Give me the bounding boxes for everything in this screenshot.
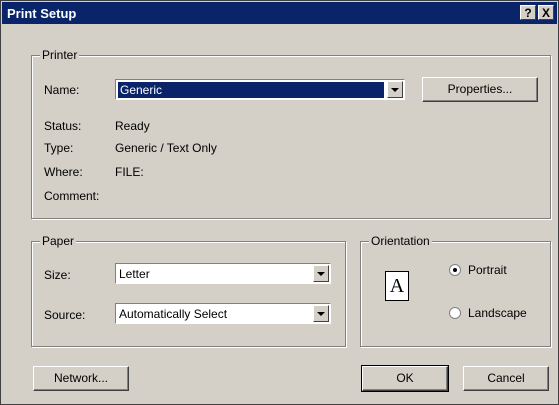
paper-source-select[interactable]: Automatically Select (115, 303, 331, 324)
where-label: Where: (44, 165, 83, 179)
properties-button[interactable]: Properties... (422, 77, 538, 102)
title-bar: Print Setup ? X (2, 2, 557, 24)
landscape-radio[interactable] (449, 307, 461, 319)
type-label: Type: (44, 141, 74, 155)
status-value: Ready (115, 119, 150, 133)
landscape-label[interactable]: Landscape (468, 306, 527, 320)
status-label: Status: (44, 119, 82, 133)
chevron-down-icon[interactable] (313, 265, 329, 282)
help-button[interactable]: ? (520, 5, 536, 20)
close-button[interactable]: X (538, 5, 554, 20)
paper-source-value: Automatically Select (119, 307, 228, 321)
paper-group: Paper (31, 234, 346, 347)
portrait-label[interactable]: Portrait (468, 263, 507, 277)
paper-legend: Paper (40, 234, 77, 248)
orientation-legend: Orientation (369, 234, 432, 248)
chevron-down-icon[interactable] (387, 81, 403, 98)
name-label: Name: (44, 83, 80, 97)
network-button[interactable]: Network... (33, 366, 129, 391)
comment-label: Comment: (44, 189, 100, 203)
chevron-down-icon[interactable] (313, 305, 329, 322)
paper-size-select[interactable]: Letter (115, 263, 331, 284)
type-value: Generic / Text Only (115, 141, 217, 155)
ok-button[interactable]: OK (361, 365, 449, 392)
printer-legend: Printer (40, 48, 80, 62)
portrait-radio[interactable] (449, 264, 461, 276)
page-portrait-icon: A (385, 271, 409, 301)
source-label: Source: (44, 308, 86, 322)
print-setup-dialog: Print Setup ? X Printer Name: Generic Pr… (0, 0, 559, 405)
printer-name-value: Generic (118, 82, 384, 98)
cancel-button[interactable]: Cancel (463, 366, 549, 391)
window-title: Print Setup (7, 6, 77, 21)
printer-name-select[interactable]: Generic (115, 79, 405, 100)
where-value: FILE: (115, 165, 144, 179)
paper-size-value: Letter (119, 267, 150, 281)
size-label: Size: (44, 268, 71, 282)
